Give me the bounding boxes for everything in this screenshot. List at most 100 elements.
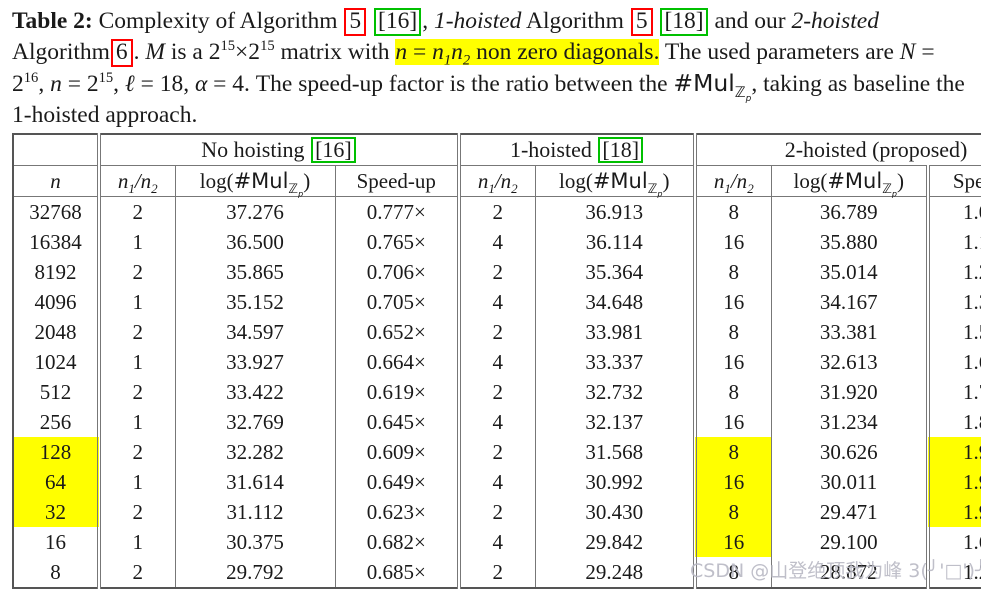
group-header-no-hoisting: No hoisting [16] [97,134,459,166]
cell-nohoist-ratio: 2 [97,557,175,588]
col-header-logmul-nohoist: log(#Mulℤp) [174,165,335,198]
cell-n: 2048 [34,320,77,344]
cell-nohoist-ratio: 2 [97,437,175,467]
table-caption: Table 2: Complexity of Algorithm 5 [16],… [0,0,981,133]
cell-1hoist-ratio: 2 [457,257,535,287]
cell-2hoist-speedup: 1.396× [926,287,981,317]
cell-nohoist-ratio: 2 [97,257,175,287]
cell-2hoist-logmul: 34.167 [770,287,929,317]
cell-nohoist-speedup: 0.652× [334,317,459,347]
cell-2hoist-speedup: 1.756× [926,377,981,407]
cell-2hoist-logmul: 32.613 [770,347,929,377]
cell-2hoist-ratio: 8 [693,437,772,467]
cell-n: 8192 [34,260,77,284]
cell-1hoist-ratio: 4 [457,287,535,317]
cell-1hoist-logmul: 34.648 [534,287,696,317]
table-container: No hoisting [16] 1-hoisted [18] 2-hoiste… [0,133,981,589]
table-row: 8192235.8650.706×235.364835.0141.275× [13,257,981,287]
cell-1hoist-ratio: 2 [457,557,535,588]
table-row: 256 132.7690.645×432.1371631.2341.869× [13,407,981,437]
table-row: 16384 136.5000.765×436.1141635.8801.176× [13,227,981,257]
col-header-n: n [13,165,99,197]
cell-nohoist-ratio: 1 [97,527,175,557]
cell-nohoist-ratio: 2 [97,196,175,227]
cell-2hoist-speedup: 1.176× [926,227,981,257]
cell-1hoist-logmul: 31.568 [534,437,696,467]
cell-2hoist-logmul: 29.100 [770,527,929,557]
table-row: 16130.3750.682×429.8421629.1001.672× [13,527,981,557]
cell-nohoist-ratio: 2 [97,377,175,407]
cell-nohoist-ratio: 1 [97,347,175,377]
group-header-blank [13,134,99,166]
cell-n: 1024 [34,350,77,374]
cell-n: 16 [45,530,66,554]
cell-nohoist-logmul: 37.276 [174,196,335,227]
cell-nohoist-logmul: 31.112 [174,497,335,527]
cell-nohoist-logmul: 31.614 [174,467,335,497]
cell-nohoist-speedup: 0.649× [334,467,459,497]
cell-1hoist-logmul: 33.337 [534,347,696,377]
cell-2hoist-logmul: 36.789 [770,196,929,227]
cell-1hoist-ratio: 2 [457,196,535,227]
algorithm-ref-6: 6 [110,39,133,67]
cell-nohoist-logmul: 33.422 [174,377,335,407]
citation-16-caption: [16] [374,8,422,36]
cell-nohoist-ratio: 2 [97,317,175,347]
cell-1hoist-logmul: 36.114 [534,227,696,257]
cell-2hoist-ratio: 8 [693,557,772,588]
cell-2hoist-ratio: 8 [693,497,772,527]
algorithm-ref-5-first: 5 [344,8,367,36]
cell-nohoist-speedup: 0.765× [334,227,459,257]
term-2-hoisted: 2-hoisted [791,8,879,34]
cell-2hoist-ratio: 8 [693,317,772,347]
cell-nohoist-logmul: 33.927 [174,347,335,377]
cell-n: 4096 [34,290,77,314]
cell-nohoist-logmul: 35.152 [174,287,335,317]
cell-nohoist-speedup: 0.619× [334,377,459,407]
cell-2hoist-speedup: 1.943× [926,497,981,527]
algorithm-ref-5-second: 5 [630,8,653,36]
cell-nohoist-logmul: 36.500 [174,227,335,257]
cell-1hoist-logmul: 33.981 [534,317,696,347]
cell-2hoist-ratio: 16 [693,227,772,257]
table-row: 512233.4220.619×232.732831.9201.756× [13,377,981,407]
col-header-logmul-1hoist: log(#Mulℤp) [534,165,696,198]
cell-nohoist-ratio: 1 [97,227,175,257]
table-row: 4096 135.1520.705×434.6481634.1671.396× [13,287,981,317]
cell-n: 16384 [29,230,82,254]
cell-nohoist-logmul: 34.597 [174,317,335,347]
cell-2hoist-ratio: 16 [693,407,772,437]
cell-2hoist-speedup: 1.920× [926,437,981,467]
cell-nohoist-logmul: 29.792 [174,557,335,588]
cell-n: 256 [39,410,72,434]
group-header-1-hoisted: 1-hoisted [18] [456,134,696,166]
cell-n: 128 [13,437,99,467]
column-header-row: n n1/n2 log(#Mulℤp) Speed-up n1/n2 log(#… [13,165,981,198]
caption-label: Table 2: [12,8,93,34]
cell-2hoist-logmul: 31.234 [770,407,929,437]
cell-1hoist-ratio: 2 [457,437,535,467]
group-label-1-hoisted: 1-hoisted [509,137,592,162]
cell-nohoist-ratio: 1 [97,407,175,437]
cell-n: 64 [13,467,99,497]
cell-2hoist-speedup: 1.275× [926,257,981,287]
cell-2hoist-ratio: 16 [693,527,772,557]
caption-text-4: Algorithm [12,39,110,65]
table-row: 128232.2820.609×231.568830.6261.920× [13,437,981,467]
cell-1hoist-ratio: 4 [457,227,535,257]
col-header-speedup-nohoist: Speed-up [334,165,459,197]
cell-n: 32768 [13,196,99,227]
cell-2hoist-ratio: 16 [693,467,772,497]
cell-nohoist-speedup: 0.705× [334,287,459,317]
group-header-2-hoisted: 2-hoisted (proposed) [693,134,981,166]
cell-2hoist-logmul: 28.872 [770,557,929,588]
cell-nohoist-ratio: 1 [97,467,175,497]
cell-2hoist-speedup: 1.869× [926,407,981,437]
group-header-row: No hoisting [16] 1-hoisted [18] 2-hoiste… [13,134,981,166]
cell-n: 512 [39,380,72,404]
cell-1hoist-logmul: 30.992 [534,467,696,497]
caption-comma-1: , [422,8,434,34]
group-label-no-hoisting: No hoisting [201,137,305,162]
table-row: 64131.6140.649×430.9921630.0111.974× [13,467,981,497]
cell-1hoist-ratio: 4 [457,467,535,497]
